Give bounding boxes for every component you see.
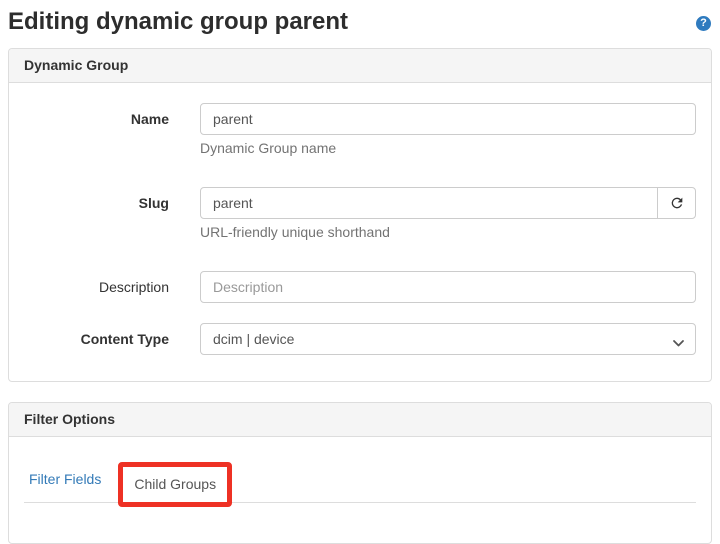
page: Editing dynamic group parent ? Dynamic G… xyxy=(0,0,720,544)
dynamic-group-panel-title: Dynamic Group xyxy=(24,57,128,73)
filter-options-panel-body: Filter Fields Child Groups xyxy=(9,437,711,543)
slug-regenerate-button[interactable] xyxy=(657,187,696,219)
help-icon[interactable]: ? xyxy=(696,16,711,31)
filter-options-panel-heading: Filter Options xyxy=(9,403,711,437)
name-input[interactable] xyxy=(200,103,696,135)
refresh-icon xyxy=(669,195,685,211)
name-label: Name xyxy=(24,103,169,167)
description-field-row: Description xyxy=(24,271,696,303)
tab-child-groups[interactable]: Child Groups xyxy=(123,467,227,502)
slug-label: Slug xyxy=(24,187,169,251)
content-type-select[interactable]: dcim | device xyxy=(200,323,696,355)
filter-tabs: Filter Fields Child Groups xyxy=(24,457,696,503)
slug-help-text: URL-friendly unique shorthand xyxy=(200,224,696,241)
filter-options-panel: Filter Options Filter Fields Child Group… xyxy=(8,402,712,544)
description-field-col xyxy=(200,271,696,303)
content-type-label: Content Type xyxy=(24,323,169,355)
slug-input-group xyxy=(200,187,696,219)
content-type-field-row: Content Type dcim | device xyxy=(24,323,696,355)
description-input[interactable] xyxy=(200,271,696,303)
name-field-col: Dynamic Group name xyxy=(200,103,696,167)
slug-input[interactable] xyxy=(200,187,658,219)
tab-filter-fields[interactable]: Filter Fields xyxy=(29,458,115,501)
content-type-select-wrap: dcim | device xyxy=(200,323,696,355)
name-help-text: Dynamic Group name xyxy=(200,140,696,157)
slug-field-col: URL-friendly unique shorthand xyxy=(200,187,696,251)
dynamic-group-panel: Dynamic Group Name Dynamic Group name Sl… xyxy=(8,48,712,382)
description-label: Description xyxy=(24,271,169,303)
page-title: Editing dynamic group parent xyxy=(8,0,712,48)
name-field-row: Name Dynamic Group name xyxy=(24,103,696,167)
dynamic-group-panel-heading: Dynamic Group xyxy=(9,49,711,83)
dynamic-group-panel-body: Name Dynamic Group name Slug xyxy=(9,83,711,381)
slug-field-row: Slug URL-friendly unique shorthand xyxy=(24,187,696,251)
annotation-red-box: Child Groups xyxy=(118,462,232,507)
filter-options-panel-title: Filter Options xyxy=(24,411,115,427)
content-type-field-col: dcim | device xyxy=(200,323,696,355)
